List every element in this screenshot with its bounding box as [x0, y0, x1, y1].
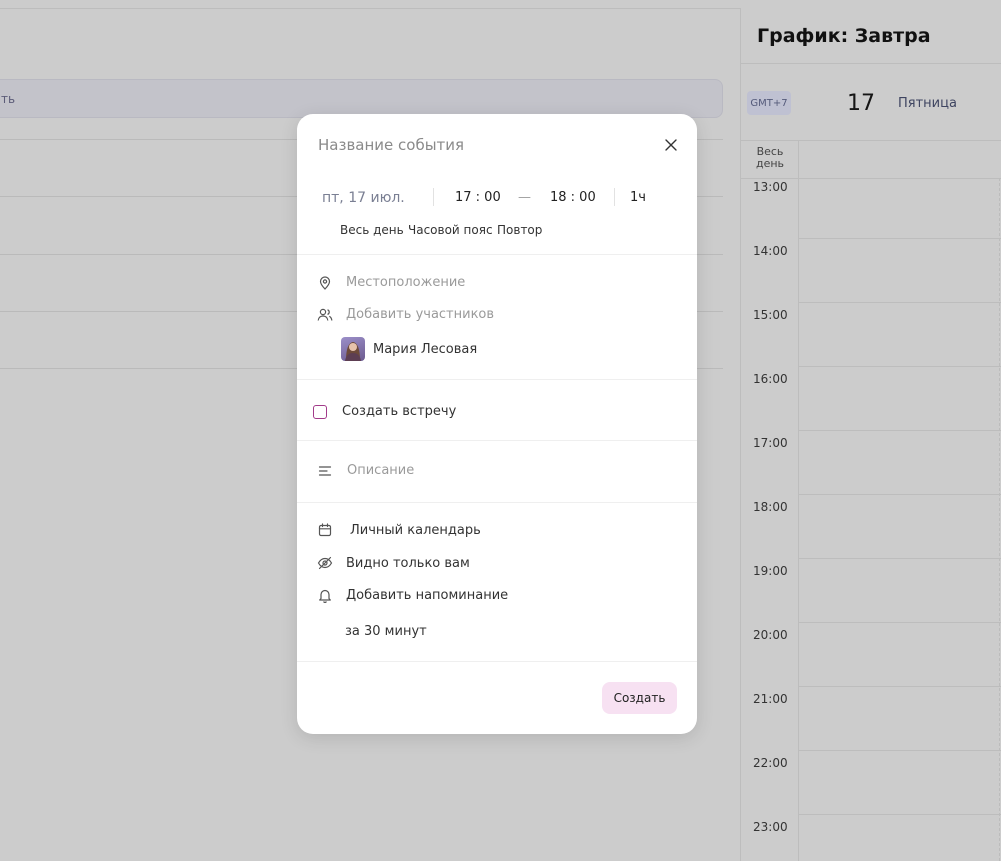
calendar-selector[interactable]: Личный календарь — [350, 523, 481, 538]
close-button[interactable] — [661, 135, 681, 155]
top-divider — [0, 8, 740, 9]
time-column-divider — [798, 140, 799, 861]
event-title-input[interactable] — [318, 134, 638, 156]
event-duration: 1ч — [630, 190, 646, 205]
eye-off-icon — [317, 555, 333, 571]
duration-separator — [614, 188, 615, 206]
current-column-edge — [999, 178, 1000, 861]
date-time-separator — [433, 188, 434, 206]
description-lines-icon — [317, 463, 333, 479]
description-input[interactable]: Описание — [347, 463, 414, 478]
all-day-bottom-divider — [741, 178, 1001, 179]
all-day-label: Весь день — [755, 145, 785, 170]
section-divider — [297, 661, 697, 662]
time-range-dash: — — [518, 190, 531, 205]
create-event-dialog: пт, 17 июл. 17 : 00 — 18 : 00 1ч Весь де… — [297, 114, 697, 734]
avatar — [341, 337, 365, 361]
hour-slot-divider — [799, 686, 1001, 687]
bell-icon — [317, 587, 333, 603]
location-input[interactable]: Местоположение — [346, 275, 465, 290]
hour-label: 23:00 — [753, 820, 788, 834]
hour-slot-divider — [799, 366, 1001, 367]
hour-slot-divider — [799, 750, 1001, 751]
hour-slot-divider — [799, 430, 1001, 431]
hour-label: 14:00 — [753, 244, 788, 258]
repeat-option[interactable]: Повтор — [497, 223, 542, 237]
start-time[interactable]: 17 : 00 — [455, 190, 501, 205]
close-icon — [665, 139, 677, 151]
visibility-selector[interactable]: Видно только вам — [346, 556, 470, 571]
participant-name: Мария Лесовая — [373, 342, 478, 357]
schedule-title: График: Завтра — [757, 25, 931, 47]
calendar-icon — [317, 522, 333, 538]
hour-label: 22:00 — [753, 756, 788, 770]
location-pin-icon — [317, 275, 333, 291]
hour-slot-divider — [799, 558, 1001, 559]
hour-label: 17:00 — [753, 436, 788, 450]
create-button[interactable]: Создать — [602, 682, 677, 714]
person-avatar-icon — [345, 342, 361, 361]
create-meeting-checkbox[interactable] — [313, 405, 327, 419]
background-search-bar[interactable]: ть — [0, 79, 723, 118]
day-name: Пятница — [898, 96, 957, 111]
all-day-option[interactable]: Весь день — [340, 223, 404, 237]
timezone-option[interactable]: Часовой пояс — [408, 223, 493, 237]
all-day-divider — [741, 140, 1001, 141]
hour-label: 19:00 — [753, 564, 788, 578]
schedule-panel: График: Завтра GMT+7 17 Пятница Весь ден… — [740, 8, 1001, 861]
hour-label: 13:00 — [753, 180, 788, 194]
hour-label: 21:00 — [753, 692, 788, 706]
schedule-header-divider — [741, 63, 1001, 64]
section-divider — [297, 502, 697, 503]
reminder-value[interactable]: за 30 минут — [345, 624, 427, 639]
hour-slot-divider — [799, 238, 1001, 239]
section-divider — [297, 440, 697, 441]
hour-slot-divider — [799, 302, 1001, 303]
hour-slot-divider — [799, 814, 1001, 815]
add-reminder-button[interactable]: Добавить напоминание — [346, 588, 508, 603]
add-participants-input[interactable]: Добавить участников — [346, 307, 494, 322]
hour-label: 15:00 — [753, 308, 788, 322]
section-divider — [297, 254, 697, 255]
hour-label: 18:00 — [753, 500, 788, 514]
day-number: 17 — [847, 91, 875, 116]
event-date[interactable]: пт, 17 июл. — [322, 190, 405, 206]
section-divider — [297, 379, 697, 380]
background-search-text: ть — [1, 92, 16, 106]
hour-slot-divider — [799, 494, 1001, 495]
users-icon — [317, 307, 333, 323]
timezone-badge[interactable]: GMT+7 — [747, 91, 791, 115]
hour-label: 20:00 — [753, 628, 788, 642]
end-time[interactable]: 18 : 00 — [550, 190, 596, 205]
hour-slot-divider — [799, 622, 1001, 623]
create-meeting-label: Создать встречу — [342, 404, 457, 419]
hour-label: 16:00 — [753, 372, 788, 386]
